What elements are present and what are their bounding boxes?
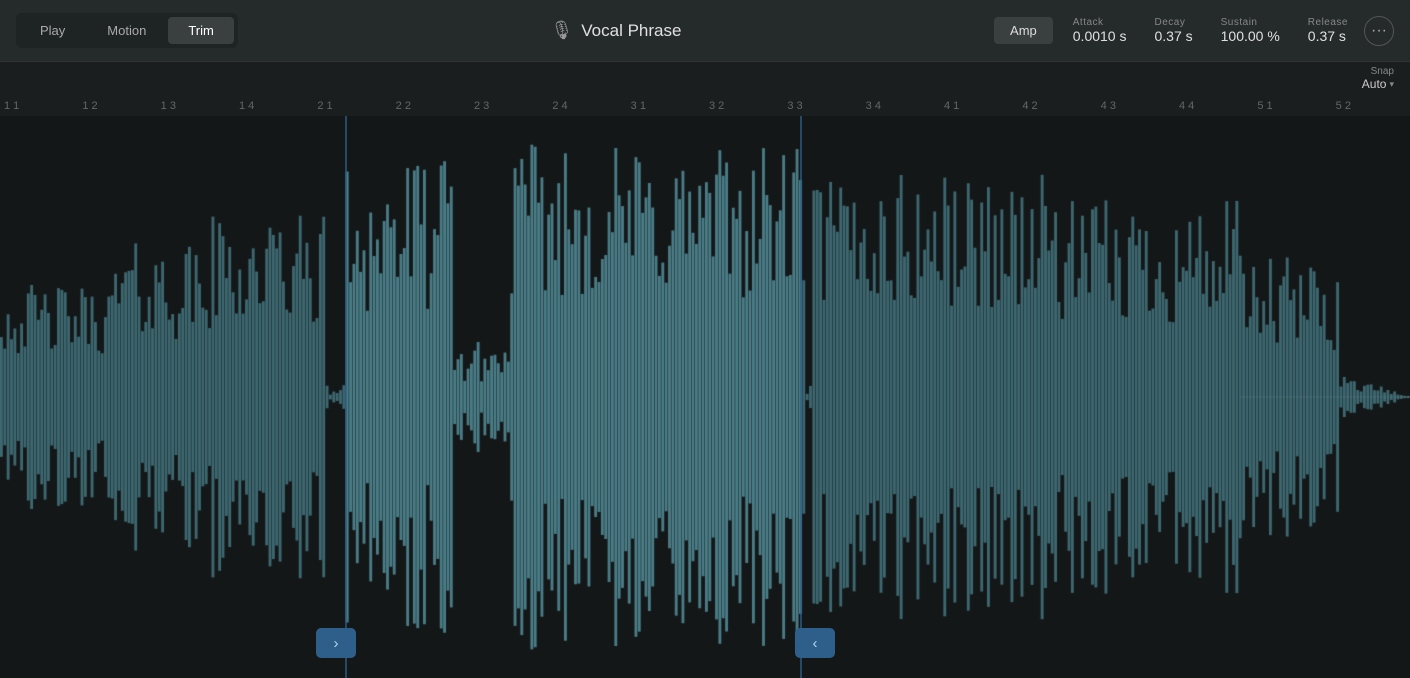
more-icon: ··· — [1371, 22, 1387, 40]
decay-label: Decay — [1154, 17, 1185, 28]
snap-bar: Snap Auto ▾ — [1362, 62, 1394, 95]
param-decay: Decay 0.37 s — [1154, 17, 1192, 44]
attack-value[interactable]: 0.0010 s — [1073, 28, 1127, 44]
mic-icon: 🎙 — [550, 20, 573, 41]
topbar: Play Motion Trim 🎙 Vocal Phrase Amp Atta… — [0, 0, 1410, 62]
attack-label: Attack — [1073, 17, 1104, 28]
arrow-right-icon: › — [334, 635, 339, 652]
release-label: Release — [1308, 17, 1348, 28]
waveform-container[interactable]: › ‹ — [0, 116, 1410, 678]
ruler-marker: 4 4 — [1179, 100, 1194, 112]
tab-trim[interactable]: Trim — [168, 17, 234, 44]
ruler-marker: 3 1 — [631, 100, 646, 112]
param-attack: Attack 0.0010 s — [1073, 17, 1127, 44]
snap-label: Snap — [1371, 66, 1394, 77]
region-arrow-left[interactable]: › — [316, 628, 356, 658]
ruler-marker: 2 3 — [474, 100, 489, 112]
waveform-canvas — [0, 116, 1410, 678]
ruler-marker: 4 1 — [944, 100, 959, 112]
ruler-marker: 2 2 — [396, 100, 411, 112]
title-area: 🎙 Vocal Phrase — [238, 20, 994, 41]
region-line-right — [800, 116, 802, 678]
ruler-marker: 1 3 — [161, 100, 176, 112]
sustain-label: Sustain — [1221, 17, 1258, 28]
more-button[interactable]: ··· — [1364, 16, 1394, 46]
release-value[interactable]: 0.37 s — [1308, 28, 1346, 44]
ruler-marker: 3 2 — [709, 100, 724, 112]
region-line-left — [345, 116, 347, 678]
tab-play[interactable]: Play — [20, 17, 85, 44]
amp-button[interactable]: Amp — [994, 17, 1053, 44]
ruler: 1 1 1 2 1 3 1 4 2 1 2 2 2 3 2 4 3 1 3 2 3 3 3 4 4 1 4… — [0, 88, 1410, 116]
snap-value[interactable]: Auto ▾ — [1362, 77, 1394, 91]
arrow-left-icon: ‹ — [813, 635, 818, 652]
sustain-value[interactable]: 100.00 % — [1221, 28, 1280, 44]
track-title: Vocal Phrase — [581, 21, 681, 41]
params-group: Attack 0.0010 s Decay 0.37 s Sustain 100… — [1073, 17, 1348, 44]
param-release: Release 0.37 s — [1308, 17, 1348, 44]
ruler-marker: 3 4 — [866, 100, 881, 112]
ruler-marker: 1 2 — [82, 100, 97, 112]
ruler-marker: 2 1 — [317, 100, 332, 112]
ruler-marker: 1 1 — [4, 100, 19, 112]
ruler-marker: 2 4 — [552, 100, 567, 112]
snap-value-text: Auto — [1362, 77, 1387, 91]
ruler-marker: 1 4 — [239, 100, 254, 112]
decay-value[interactable]: 0.37 s — [1154, 28, 1192, 44]
region-arrow-right[interactable]: ‹ — [795, 628, 835, 658]
ruler-marker: 5 2 — [1336, 100, 1351, 112]
snap-chevron-icon: ▾ — [1389, 79, 1394, 90]
ruler-marker: 5 1 — [1257, 100, 1272, 112]
param-sustain: Sustain 100.00 % — [1221, 17, 1280, 44]
tab-motion[interactable]: Motion — [87, 17, 166, 44]
ruler-marker: 4 2 — [1022, 100, 1037, 112]
ruler-marker: 3 3 — [787, 100, 802, 112]
tab-group: Play Motion Trim — [16, 13, 238, 48]
ruler-marker: 4 3 — [1101, 100, 1116, 112]
